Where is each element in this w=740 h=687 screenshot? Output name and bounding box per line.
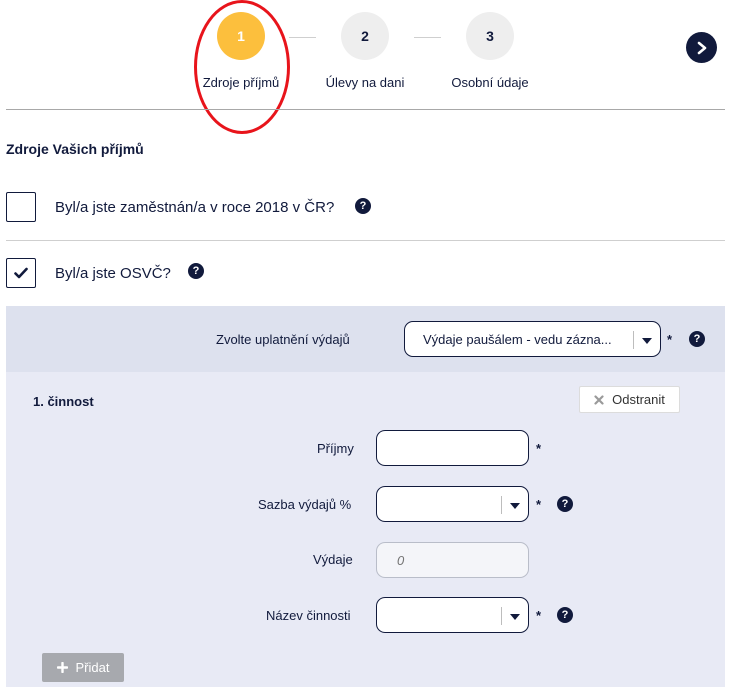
expense-rate-help-icon[interactable]: ? (557, 496, 573, 512)
osvc-question-label: Byl/a jste OSVČ? (55, 265, 171, 282)
chevron-down-icon (642, 338, 652, 344)
step-3-label[interactable]: Osobní údaje (451, 75, 528, 90)
activity-title: 1. činnost (33, 394, 94, 409)
highlight-ring (194, 0, 290, 134)
employed-checkbox[interactable] (6, 192, 36, 222)
chevron-down-icon (510, 614, 520, 620)
checkmark-icon (14, 267, 28, 279)
select-separator (501, 496, 502, 514)
required-mark: * (536, 497, 542, 512)
activity-name-select[interactable] (376, 597, 529, 633)
required-mark: * (536, 441, 542, 456)
activity-name-label: Název činnosti (266, 608, 351, 623)
step-connector (414, 37, 441, 38)
plus-icon (56, 662, 68, 673)
activity-panel (6, 372, 725, 687)
required-mark: * (667, 332, 673, 347)
stepper-divider (6, 109, 725, 110)
add-activity-label: Přidat (75, 660, 110, 675)
step-3-circle[interactable]: 3 (466, 12, 514, 60)
income-label: Příjmy (317, 441, 354, 456)
income-input[interactable] (376, 430, 529, 466)
employed-help-icon[interactable]: ? (355, 198, 371, 214)
question-divider (6, 240, 725, 241)
expense-method-help-icon[interactable]: ? (689, 331, 705, 347)
remove-activity-label: Odstranit (612, 392, 665, 407)
select-separator (633, 331, 634, 349)
step-connector (289, 37, 316, 38)
expense-method-value: Výdaje paušálem - vedu zázna... (423, 332, 612, 347)
section-title: Zdroje Vašich příjmů (6, 141, 144, 157)
next-step-button[interactable] (686, 32, 717, 63)
add-activity-button[interactable]: Přidat (42, 653, 124, 682)
chevron-down-icon (510, 503, 520, 509)
close-icon (594, 394, 604, 405)
required-mark: * (536, 608, 542, 623)
activity-name-help-icon[interactable]: ? (557, 607, 573, 623)
expense-rate-select[interactable] (376, 486, 529, 522)
expense-method-select[interactable]: Výdaje paušálem - vedu zázna... (404, 321, 661, 357)
remove-activity-button[interactable]: Odstranit (579, 386, 680, 413)
step-2-circle[interactable]: 2 (341, 12, 389, 60)
osvc-checkbox[interactable] (6, 258, 36, 288)
employed-question-label: Byl/a jste zaměstnán/a v roce 2018 v ČR? (55, 199, 335, 216)
expenses-input (376, 542, 529, 578)
stepper: 1 2 3 Zdroje příjmů Úlevy na dani Osobní… (0, 0, 740, 134)
expense-method-label: Zvolte uplatnění výdajů (216, 332, 350, 347)
chevron-right-icon (697, 41, 706, 54)
expenses-label: Výdaje (313, 552, 353, 567)
step-2-label[interactable]: Úlevy na dani (326, 75, 405, 90)
select-separator (501, 607, 502, 625)
expense-rate-label: Sazba výdajů % (258, 497, 352, 512)
osvc-help-icon[interactable]: ? (188, 263, 204, 279)
